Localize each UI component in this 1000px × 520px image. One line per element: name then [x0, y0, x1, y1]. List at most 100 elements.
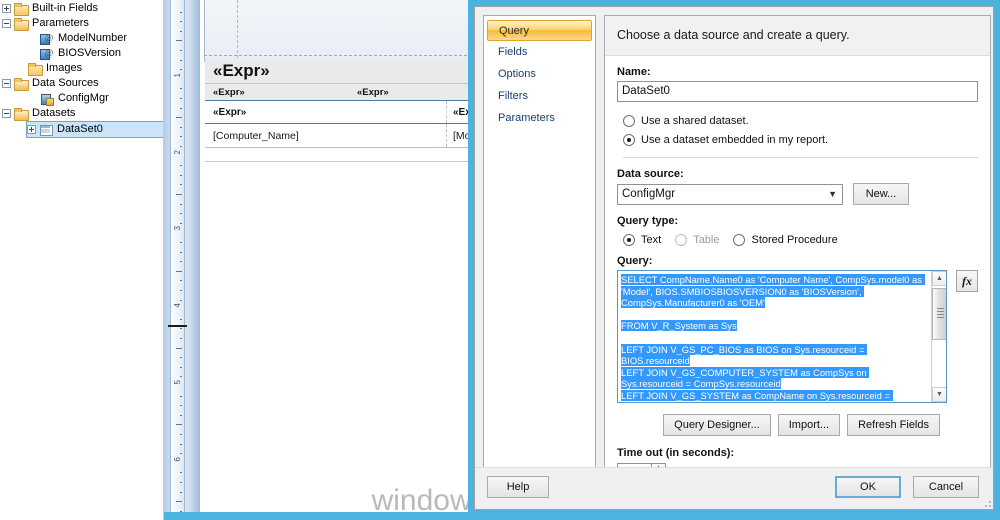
- query-type-sp-radio[interactable]: [733, 233, 746, 246]
- tablix-header-row[interactable]: «Expr» «Expr: [205, 101, 491, 124]
- dataset-name-input[interactable]: DataSet0: [617, 81, 978, 102]
- ruler-number: 1: [173, 72, 182, 78]
- refresh-fields-button[interactable]: Refresh Fields: [847, 414, 940, 436]
- tree-item-configmgr[interactable]: ConfigMgr: [0, 91, 163, 106]
- body-guide-vertical: [237, 0, 238, 58]
- ruler-tick: [180, 328, 182, 330]
- dialog-content-area: Query Fields Options Filters Parameters Choo…: [475, 7, 993, 483]
- ruler-number: 3: [173, 226, 182, 231]
- dialog-page-heading: Choose a data source and create a query.: [605, 16, 990, 56]
- tablix-detail-cell-1[interactable]: [Computer_Name]: [205, 124, 447, 147]
- tree-item-built-in-fields[interactable]: Built-in Fields: [0, 1, 163, 16]
- ruler-tick: [176, 347, 182, 349]
- tablix-subheader-row[interactable]: «Expr» «Expr»: [205, 84, 491, 101]
- tree-item-label: Images: [46, 62, 83, 74]
- folder-open-icon: [14, 17, 29, 31]
- query-text-content[interactable]: SELECT CompName.Name0 as 'Computer Name'…: [621, 274, 925, 402]
- tree-item-label: ModelNumber: [58, 32, 128, 44]
- ruler-tick: [176, 424, 182, 426]
- shared-dataset-label: Use a shared dataset.: [641, 114, 749, 127]
- collapse-icon[interactable]: [2, 109, 11, 118]
- embedded-dataset-radio-row[interactable]: Use a dataset embedded in my report.: [623, 130, 978, 149]
- ruler-tick: [180, 472, 182, 474]
- section-divider: [623, 157, 978, 158]
- query-action-buttons: Query Designer... Import... Refresh Fiel…: [617, 414, 978, 436]
- tree-item-label: Datasets: [32, 107, 76, 119]
- nav-item-query[interactable]: Query: [487, 20, 592, 41]
- cancel-button[interactable]: Cancel: [913, 476, 979, 498]
- tree-item-parameters[interactable]: Parameters: [0, 16, 163, 31]
- ruler-tick: [180, 59, 182, 61]
- tree-item-data-sources[interactable]: Data Sources: [0, 76, 163, 91]
- tree-item-label: BIOSVersion: [58, 47, 121, 59]
- folder-icon: [28, 62, 43, 76]
- tablix-detail-row[interactable]: [Computer_Name] [Mod: [205, 124, 491, 148]
- scroll-down-icon[interactable]: ▼: [932, 387, 946, 402]
- expand-icon[interactable]: [2, 4, 11, 13]
- expression-fx-button[interactable]: fx: [956, 270, 978, 292]
- tree-item-label: Built-in Fields: [32, 2, 99, 14]
- nav-item-fields[interactable]: Fields: [487, 41, 592, 63]
- parameter-icon: [40, 32, 54, 45]
- help-button[interactable]: Help: [487, 476, 549, 498]
- resize-grip-icon[interactable]: [981, 497, 991, 507]
- ruler-tick: [180, 50, 182, 51]
- embedded-dataset-radio[interactable]: [623, 133, 635, 146]
- collapse-icon[interactable]: [2, 79, 11, 88]
- tree-item-dataset0[interactable]: DataSet0: [26, 121, 163, 138]
- tree-item-label: ConfigMgr: [58, 92, 109, 104]
- query-type-text-label: Text: [641, 233, 662, 246]
- scrollbar-thumb[interactable]: [932, 288, 946, 340]
- tree-item-biosversion[interactable]: BIOSVersion: [0, 46, 163, 61]
- ruler-number: 2: [173, 149, 182, 155]
- tablix-control[interactable]: «Expr» «Expr» «Expr» «Expr» «Expr [Compu…: [205, 58, 491, 162]
- query-type-sp-label: Stored Procedure: [751, 233, 838, 246]
- nav-item-parameters[interactable]: Parameters: [487, 107, 592, 129]
- query-type-radio-group[interactable]: Text Table Stored Procedure: [623, 230, 978, 249]
- data-source-select[interactable]: ConfigMgr ▼: [617, 183, 843, 205]
- scrollbar-grip-icon: [937, 311, 944, 312]
- collapse-icon[interactable]: [2, 19, 11, 28]
- nav-item-filters[interactable]: Filters: [487, 85, 592, 107]
- nav-item-options[interactable]: Options: [487, 63, 592, 85]
- scroll-up-icon[interactable]: ▲: [932, 271, 946, 286]
- dialog-frame: Query Fields Options Filters Parameters Choo…: [474, 6, 994, 510]
- expand-icon[interactable]: [27, 125, 36, 134]
- query-scrollbar[interactable]: ▲ ▼: [931, 271, 946, 402]
- query-line: LEFT JOIN V_GS_COMPUTER_SYSTEM as CompSy…: [621, 366, 870, 390]
- import-button[interactable]: Import...: [777, 414, 841, 436]
- shared-dataset-radio-row[interactable]: Use a shared dataset.: [623, 111, 978, 130]
- application-window: Built-in Fields Parameters ModelNumber BIOS…: [0, 0, 1000, 520]
- data-source-label: Data source:: [617, 168, 684, 180]
- ruler-tick: [180, 405, 182, 407]
- data-source-icon: [40, 93, 54, 106]
- report-body-region[interactable]: [204, 0, 491, 62]
- query-type-sp-row[interactable]: Stored Procedure: [733, 230, 838, 249]
- query-type-text-row[interactable]: Text: [623, 230, 661, 249]
- name-label: Name:: [617, 66, 651, 78]
- query-textarea[interactable]: SELECT CompName.Name0 as 'Computer Name'…: [617, 270, 947, 403]
- chevron-down-icon: ▼: [828, 188, 837, 199]
- tree-item-images[interactable]: Images: [0, 61, 163, 76]
- ruler-tick: [176, 270, 182, 272]
- new-data-source-button[interactable]: New...: [853, 183, 909, 205]
- ruler-tick: [180, 242, 182, 243]
- dialog-nav-list[interactable]: Query Fields Options Filters Parameters: [483, 15, 596, 478]
- tablix-subheader-cell-1[interactable]: «Expr»: [205, 84, 351, 100]
- tree-item-label: DataSet0: [57, 123, 103, 135]
- query-type-text-radio[interactable]: [623, 233, 635, 246]
- ruler-tick: [180, 203, 182, 205]
- query-designer-button[interactable]: Query Designer...: [663, 414, 771, 436]
- tablix-header-cell-1[interactable]: «Expr»: [205, 101, 447, 123]
- ruler-tick: [176, 194, 182, 195]
- tree-item-modelnumber[interactable]: ModelNumber: [0, 31, 163, 46]
- tree-item-datasets[interactable]: Datasets: [0, 106, 163, 121]
- report-data-panel: Built-in Fields Parameters ModelNumber BIOS…: [0, 0, 164, 520]
- query-line: FROM V_R_System as Sys: [621, 320, 737, 332]
- ruler-tick: [180, 174, 182, 176]
- ok-button[interactable]: OK: [835, 476, 901, 498]
- tablix-title-cell[interactable]: «Expr»: [205, 58, 491, 84]
- shared-dataset-radio[interactable]: [623, 114, 635, 127]
- ruler-tick: [180, 184, 182, 186]
- data-source-value: ConfigMgr: [622, 187, 676, 200]
